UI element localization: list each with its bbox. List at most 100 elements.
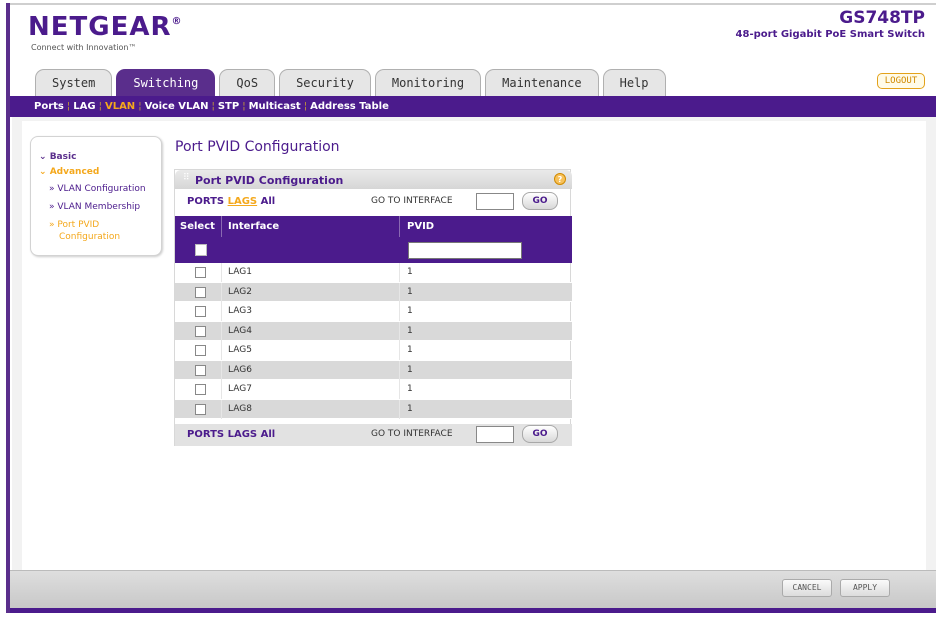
interface-cell: LAG4	[228, 325, 252, 336]
subnav-separator: ¦	[242, 101, 246, 112]
row-checkbox[interactable]	[195, 306, 206, 317]
pvid-config-panel: ⠿ Port PVID Configuration ? PORTS LAGS A…	[174, 169, 572, 446]
filter-row-bottom: PORTS LAGS All GO TO INTERFACE GO	[175, 424, 572, 446]
subnav-separator: ¦	[138, 101, 142, 112]
interface-cell: LAG6	[228, 364, 252, 375]
pvid-cell: 1	[407, 267, 413, 277]
help-icon[interactable]: ?	[554, 173, 566, 185]
table-body: LAG1 1 LAG2 1 LAG3 1 LAG4 1 LAG5 1 LAG6 1 LAG7 1 LAG8 1	[175, 263, 572, 419]
nav-vlan-configuration[interactable]: » VLAN Configuration	[49, 184, 146, 194]
tab-monitoring[interactable]: Monitoring	[374, 69, 482, 96]
pvid-cell: 1	[407, 364, 413, 375]
tab-qos[interactable]: QoS	[219, 69, 276, 96]
table-row: LAG8 1	[175, 399, 572, 419]
nav-vlan-membership[interactable]: » VLAN Membership	[49, 202, 140, 212]
filter-row-top: PORTS LAGS All GO TO INTERFACE GO	[175, 191, 572, 213]
row-checkbox[interactable]	[195, 384, 206, 395]
subnav-lag[interactable]: LAG	[73, 101, 95, 112]
goto-interface-input[interactable]	[476, 193, 514, 210]
pvid-cell: 1	[407, 403, 413, 414]
left-navigation: ⌄ Basic ⌄ Advanced » VLAN Configuration …	[30, 136, 162, 256]
nav-advanced[interactable]: ⌄ Advanced	[39, 167, 99, 177]
interface-cell: LAG1	[228, 267, 252, 277]
main-tabs: System Switching QoS Security Monitoring…	[35, 69, 670, 96]
filter-ports-link[interactable]: PORTS	[187, 429, 224, 440]
interface-filter: PORTS LAGS All	[187, 196, 275, 207]
goto-interface-label: GO TO INTERFACE	[371, 429, 453, 439]
cancel-button[interactable]: CANCEL	[782, 579, 832, 597]
interface-cell: LAG7	[228, 384, 252, 394]
table-row: LAG1 1	[175, 263, 572, 283]
pvid-cell: 1	[407, 286, 413, 297]
panel-header: ⠿ Port PVID Configuration ?	[175, 170, 572, 189]
row-checkbox[interactable]	[195, 286, 206, 298]
tab-system[interactable]: System	[35, 69, 113, 96]
tagline: Connect with Innovation™	[31, 43, 137, 52]
drag-handle-icon: ⠿	[183, 173, 190, 183]
table-row: LAG6 1	[175, 360, 572, 380]
tab-security[interactable]: Security	[279, 69, 371, 96]
filter-all-link[interactable]: All	[261, 429, 276, 440]
table-header: Select Interface PVID	[175, 216, 572, 237]
filter-lags-link[interactable]: LAGS	[228, 429, 258, 440]
go-button[interactable]: GO	[522, 425, 558, 443]
tab-help[interactable]: Help	[602, 69, 666, 96]
subnav-stp[interactable]: STP	[218, 101, 239, 112]
model-name: GS748TP	[839, 8, 925, 28]
subnav-separator: ¦	[303, 101, 308, 112]
logout-button[interactable]: LOGOUT	[877, 73, 925, 89]
model-description: 48-port Gigabit PoE Smart Switch	[735, 29, 925, 40]
table-row: LAG2 1	[175, 282, 572, 302]
goto-interface-input[interactable]	[476, 426, 514, 443]
filter-ports-link[interactable]: PORTS	[187, 196, 224, 207]
table-row: LAG4 1	[175, 321, 572, 341]
table-row: LAG3 1	[175, 302, 572, 322]
filter-lags-link[interactable]: LAGS	[228, 196, 258, 207]
subnav-separator: ¦	[66, 101, 71, 112]
row-checkbox[interactable]	[195, 364, 206, 376]
select-all-checkbox[interactable]	[195, 244, 207, 256]
model-info: GS748TP 48-port Gigabit PoE Smart Switch	[736, 8, 925, 40]
pvid-cell: 1	[407, 384, 413, 394]
action-bar: CANCEL APPLY	[10, 570, 936, 608]
row-checkbox[interactable]	[195, 345, 206, 356]
interface-cell: LAG8	[228, 403, 252, 414]
chevron-down-icon: ⌄	[39, 167, 47, 177]
apply-button[interactable]: APPLY	[840, 579, 890, 597]
tab-switching[interactable]: Switching	[116, 69, 216, 96]
interface-filter: PORTS LAGS All	[187, 429, 275, 440]
nav-basic[interactable]: ⌄ Basic	[39, 152, 76, 162]
netgear-logo: NETGEAR®	[28, 12, 183, 42]
row-checkbox[interactable]	[195, 267, 206, 278]
subnav-voice-vlan[interactable]: Voice VLAN	[145, 101, 209, 112]
subnav-address-table[interactable]: Address Table	[310, 101, 389, 112]
tab-maintenance[interactable]: Maintenance	[485, 69, 599, 96]
subnav-separator: ¦	[211, 101, 215, 112]
column-header-select: Select	[180, 221, 215, 232]
filter-all-link[interactable]: All	[261, 196, 276, 207]
column-header-interface[interactable]: Interface	[228, 221, 279, 232]
chevron-down-icon: ⌄	[39, 152, 47, 162]
subnav-vlan[interactable]: VLAN	[105, 101, 135, 112]
interface-cell: LAG3	[228, 306, 252, 316]
goto-interface-label: GO TO INTERFACE	[371, 196, 453, 206]
column-header-pvid[interactable]: PVID	[407, 221, 434, 232]
interface-cell: LAG2	[228, 286, 252, 297]
pvid-cell: 1	[407, 345, 413, 355]
pvid-input[interactable]	[408, 242, 522, 259]
nav-port-pvid[interactable]: » Port PVID	[49, 220, 99, 230]
page-title: Port PVID Configuration	[175, 139, 340, 155]
bulk-edit-row	[175, 237, 572, 263]
go-button[interactable]: GO	[522, 192, 558, 210]
pvid-cell: 1	[407, 306, 413, 316]
sub-navigation: Ports ¦ LAG ¦ VLAN ¦ Voice VLAN ¦ STP ¦ …	[10, 96, 936, 117]
row-checkbox[interactable]	[195, 403, 206, 415]
subnav-multicast[interactable]: Multicast	[249, 101, 301, 112]
panel-title: Port PVID Configuration	[195, 174, 344, 187]
table-row: LAG5 1	[175, 341, 572, 361]
row-checkbox[interactable]	[195, 325, 206, 337]
pvid-cell: 1	[407, 325, 413, 336]
subnav-ports[interactable]: Ports	[34, 101, 64, 112]
nav-port-pvid-configuration[interactable]: Configuration	[59, 232, 120, 242]
subnav-separator: ¦	[98, 101, 102, 112]
